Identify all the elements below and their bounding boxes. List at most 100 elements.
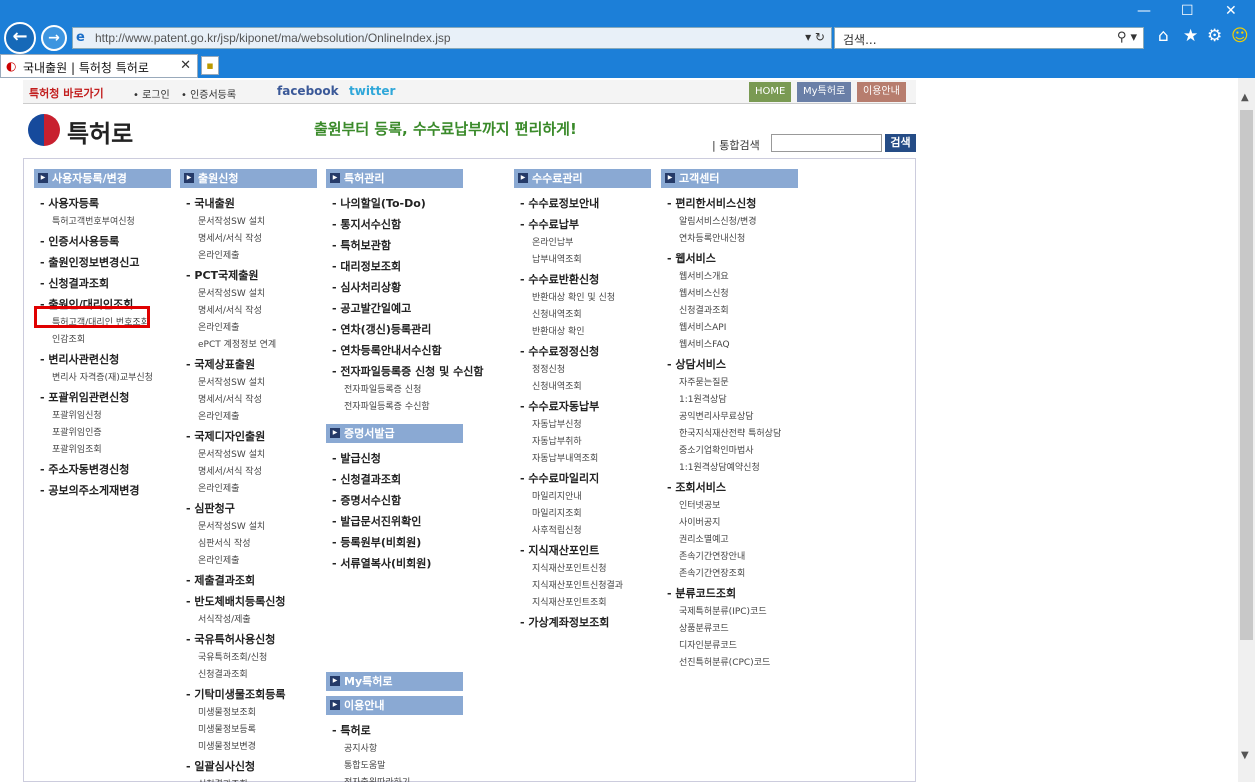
submenu-item[interactable]: 온라인제출: [180, 553, 317, 570]
menu-item[interactable]: - 등록원부(비회원): [326, 532, 483, 553]
menu-item[interactable]: - 수수료마일리지: [514, 468, 651, 489]
category-header[interactable]: My특허로: [326, 672, 463, 691]
menu-item[interactable]: - 증명서수신함: [326, 490, 483, 511]
menu-item[interactable]: - 특허보관함: [326, 235, 483, 256]
submenu-item[interactable]: 미생물정보변경: [180, 739, 317, 756]
vertical-scrollbar[interactable]: ▲ ▼: [1238, 78, 1255, 782]
taegeuk-logo-icon[interactable]: [28, 114, 60, 146]
menu-item[interactable]: - 가상계좌정보조회: [514, 612, 651, 633]
menu-item[interactable]: - 출원인정보변경신고: [34, 252, 171, 273]
submenu-item[interactable]: 자동납부취하: [514, 434, 651, 451]
submenu-item[interactable]: 전자파일등록증 수신함: [326, 399, 483, 416]
submenu-item[interactable]: 문서작성SW 설치: [180, 214, 317, 231]
submenu-item[interactable]: 포괄위임신청: [34, 408, 171, 425]
submenu-item[interactable]: 신청내역조회: [514, 379, 651, 396]
home-button[interactable]: HOME: [749, 82, 792, 102]
submenu-item[interactable]: 반환대상 확인 및 신청: [514, 290, 651, 307]
submenu-item[interactable]: 한국지식재산전략 특허상담: [661, 426, 798, 443]
back-button[interactable]: ←: [4, 22, 36, 54]
close-tab-icon[interactable]: ✕: [180, 58, 191, 73]
submenu-item[interactable]: 납부내역조회: [514, 252, 651, 269]
submenu-item[interactable]: 자주묻는질문: [661, 375, 798, 392]
category-header[interactable]: 출원신청: [180, 169, 317, 188]
submenu-item[interactable]: 문서작성SW 설치: [180, 286, 317, 303]
category-header[interactable]: 증명서발급: [326, 424, 463, 443]
submenu-item[interactable]: 상품분류코드: [661, 621, 798, 638]
menu-item[interactable]: - 상담서비스: [661, 354, 798, 375]
submenu-item[interactable]: 인감조회: [34, 332, 171, 349]
submenu-item[interactable]: 정정신청: [514, 362, 651, 379]
menu-item[interactable]: - 기탁미생물조회등록: [180, 684, 317, 705]
submenu-item[interactable]: 온라인제출: [180, 481, 317, 498]
menu-item[interactable]: - 수수료자동납부: [514, 396, 651, 417]
cert-register-link[interactable]: • 인증서등록: [181, 86, 236, 101]
submenu-item[interactable]: 통합도움말: [326, 758, 483, 775]
submenu-item[interactable]: 특허고객번호부여신청: [34, 214, 171, 231]
scroll-down-icon[interactable]: ▼: [1241, 750, 1249, 761]
menu-item[interactable]: - 신청결과조회: [34, 273, 171, 294]
my-patentro-button[interactable]: My특허로: [797, 82, 852, 102]
browser-search-input[interactable]: 검색... ⚲ ▾: [834, 27, 1144, 49]
submenu-item[interactable]: 온라인제출: [180, 248, 317, 265]
login-link[interactable]: • 로그인: [133, 86, 170, 101]
menu-item[interactable]: - 웹서비스: [661, 248, 798, 269]
submenu-item[interactable]: 마일리지조회: [514, 506, 651, 523]
submenu-item[interactable]: 웹서비스신청: [661, 286, 798, 303]
submenu-item[interactable]: 존속기간연장안내: [661, 549, 798, 566]
submenu-item[interactable]: 신청결과조회: [661, 303, 798, 320]
menu-item[interactable]: - 분류코드조회: [661, 583, 798, 604]
menu-item[interactable]: - 포괄위임관련신청: [34, 387, 171, 408]
submenu-item[interactable]: 자동납부내역조회: [514, 451, 651, 468]
submenu-item[interactable]: 1:1원격상담예약신청: [661, 460, 798, 477]
gear-icon[interactable]: ⚙: [1207, 26, 1222, 46]
close-window-icon[interactable]: ✕: [1225, 3, 1237, 19]
menu-item[interactable]: - 연차등록안내서수신함: [326, 340, 483, 361]
menu-item[interactable]: - 대리정보조회: [326, 256, 483, 277]
submenu-item[interactable]: 마일리지안내: [514, 489, 651, 506]
search-icon[interactable]: ⚲ ▾: [1117, 30, 1137, 45]
menu-item[interactable]: - 편리한서비스신청: [661, 193, 798, 214]
menu-item[interactable]: - 전자파일등록증 신청 및 수신함: [326, 361, 483, 382]
submenu-item[interactable]: 선진특허분류(CPC)코드: [661, 655, 798, 672]
submenu-item[interactable]: 웹서비스API: [661, 320, 798, 337]
submenu-item[interactable]: 신청내역조회: [514, 307, 651, 324]
scroll-up-icon[interactable]: ▲: [1241, 92, 1249, 103]
submenu-item[interactable]: 알림서비스신청/변경: [661, 214, 798, 231]
usage-guide-button[interactable]: 이용안내: [857, 82, 906, 102]
minimize-icon[interactable]: —: [1137, 3, 1151, 19]
submenu-item[interactable]: 지식재산포인트조회: [514, 595, 651, 612]
category-header[interactable]: 특허관리: [326, 169, 463, 188]
menu-item[interactable]: - 사용자등록: [34, 193, 171, 214]
menu-item[interactable]: - 심판청구: [180, 498, 317, 519]
submenu-item[interactable]: 국제특허분류(IPC)코드: [661, 604, 798, 621]
submenu-item[interactable]: 명세서/서식 작성: [180, 231, 317, 248]
submenu-item[interactable]: 문서작성SW 설치: [180, 447, 317, 464]
menu-item[interactable]: - 인증서사용등록: [34, 231, 171, 252]
menu-item[interactable]: - 수수료정정신청: [514, 341, 651, 362]
menu-item[interactable]: - 연차(갱신)등록관리: [326, 319, 483, 340]
menu-item[interactable]: - 서류열복사(비회원): [326, 553, 483, 574]
submenu-item[interactable]: 명세서/서식 작성: [180, 392, 317, 409]
menu-item[interactable]: - 특허로: [326, 720, 483, 741]
menu-item[interactable]: - PCT국제출원: [180, 265, 317, 286]
submenu-item[interactable]: 문서작성SW 설치: [180, 375, 317, 392]
submenu-item[interactable]: 사이버공지: [661, 515, 798, 532]
menu-item[interactable]: - 조회서비스: [661, 477, 798, 498]
favorites-star-icon[interactable]: ★: [1183, 26, 1198, 46]
submenu-item[interactable]: 웹서비스FAQ: [661, 337, 798, 354]
category-header[interactable]: 이용안내: [326, 696, 463, 715]
submenu-item[interactable]: 심판서식 작성: [180, 536, 317, 553]
submenu-item[interactable]: 온라인제출: [180, 409, 317, 426]
submenu-item[interactable]: 포괄위임조회: [34, 442, 171, 459]
submenu-item[interactable]: 전자출원따라하기: [326, 775, 483, 782]
site-logo[interactable]: 특허로: [67, 114, 133, 149]
submenu-item[interactable]: 인터넷공보: [661, 498, 798, 515]
menu-item[interactable]: - 국제디자인출원: [180, 426, 317, 447]
menu-item[interactable]: - 제출결과조회: [180, 570, 317, 591]
integrated-search-input[interactable]: [771, 134, 882, 152]
submenu-item[interactable]: 존속기간연장조회: [661, 566, 798, 583]
submenu-item[interactable]: 국유특허조회/신청: [180, 650, 317, 667]
submenu-item[interactable]: 반환대상 확인: [514, 324, 651, 341]
submenu-item[interactable]: 미생물정보등록: [180, 722, 317, 739]
menu-item[interactable]: - 일괄심사신청: [180, 756, 317, 777]
